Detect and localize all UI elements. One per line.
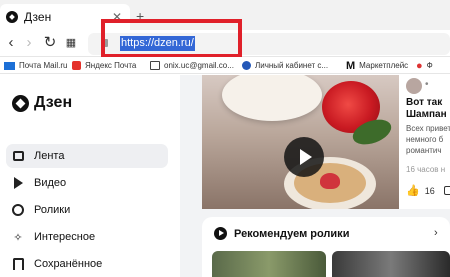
gmail-icon bbox=[150, 61, 160, 70]
post-title-line: Вот так bbox=[406, 97, 443, 108]
bookmark-mail-ru[interactable]: Почта Mail.ru bbox=[4, 58, 67, 73]
post-description-line: Всех привет bbox=[406, 124, 450, 133]
post-title[interactable]: Вот так Шампан bbox=[406, 97, 450, 121]
account-icon bbox=[242, 61, 251, 70]
tabs-grid-button[interactable]: ▦ bbox=[62, 34, 80, 52]
dzen-logo-icon bbox=[12, 94, 29, 112]
bookmark-label: Яндекс Почта bbox=[85, 61, 137, 70]
likes-count: 16 bbox=[424, 185, 435, 196]
post-title-line: Шампан bbox=[406, 109, 447, 120]
bookmark-label: Маркетплейс bbox=[359, 61, 409, 70]
sidebar-item-label: Сохранённое bbox=[34, 258, 103, 270]
chevron-right-icon[interactable]: › bbox=[434, 227, 438, 239]
bookmark-label: onix.uc@gmail.co... bbox=[164, 61, 234, 70]
clips-icon bbox=[12, 204, 24, 216]
play-circle-icon bbox=[214, 227, 227, 240]
m-logo-icon: M bbox=[346, 59, 356, 72]
channel-name[interactable]: • bbox=[425, 79, 429, 90]
thumbs-up-icon[interactable]: 👍 bbox=[406, 184, 420, 197]
sidebar-item-clips[interactable]: Ролики bbox=[6, 198, 168, 222]
video-icon bbox=[12, 177, 24, 189]
bookmark-gmail[interactable]: onix.uc@gmail.co... bbox=[150, 58, 234, 73]
avatar[interactable] bbox=[406, 78, 422, 94]
sidebar-item-saved[interactable]: Сохранённое bbox=[6, 252, 168, 276]
dzen-logo-icon bbox=[6, 11, 18, 23]
clip-thumbnail[interactable] bbox=[332, 251, 450, 277]
sidebar-item-label: Интересное bbox=[34, 231, 96, 243]
mail-icon bbox=[4, 61, 15, 70]
sidebar-item-interesting[interactable]: ✧ Интересное bbox=[6, 225, 168, 249]
bookmark-yandex-mail[interactable]: Яндекс Почта bbox=[72, 58, 136, 73]
coffee-cup-image bbox=[222, 75, 322, 121]
feed-area: • Вот так Шампан Всех привет немного б р… bbox=[180, 75, 450, 277]
sidebar-item-video[interactable]: Видео bbox=[6, 171, 168, 195]
sidebar-item-label: Ролики bbox=[34, 204, 71, 216]
yandex-mail-icon bbox=[72, 61, 81, 70]
feed-icon bbox=[12, 150, 24, 162]
pin-icon: ● bbox=[416, 59, 423, 72]
likes: 👍 16 bbox=[406, 184, 450, 197]
recommended-title: Рекомендуем ролики bbox=[234, 227, 350, 240]
back-button[interactable]: ‹ bbox=[2, 34, 20, 52]
video-thumbnail[interactable] bbox=[202, 75, 399, 209]
tab-title: Дзен bbox=[24, 10, 52, 24]
bookmark-f[interactable]: ● Ф bbox=[416, 58, 433, 73]
bookmark-label: Личный кабинет с... bbox=[255, 61, 329, 70]
brand[interactable]: Дзен bbox=[12, 94, 72, 112]
video-card[interactable]: • Вот так Шампан Всех привет немного б р… bbox=[202, 75, 450, 209]
forward-button[interactable]: › bbox=[20, 34, 38, 52]
bookmark-marketplace[interactable]: M Маркетплейс bbox=[346, 58, 408, 73]
clip-thumbnail[interactable] bbox=[212, 251, 326, 277]
brand-name: Дзен bbox=[34, 94, 73, 111]
post-date: 16 часов н bbox=[406, 165, 446, 174]
recommended-header[interactable]: Рекомендуем ролики bbox=[214, 227, 349, 240]
post-info: • Вот так Шампан Всех привет немного б р… bbox=[405, 75, 450, 209]
post-description-line: немного б bbox=[406, 135, 444, 144]
sidebar: Дзен Лента Видео Ролики ✧ Интересное Сох… bbox=[0, 75, 180, 277]
bookmark-label: Почта Mail.ru bbox=[19, 61, 68, 70]
sidebar-item-label: Видео bbox=[34, 177, 67, 189]
post-description-line: романтич bbox=[406, 146, 442, 155]
sidebar-item-feed[interactable]: Лента bbox=[6, 144, 168, 168]
bookmark-account[interactable]: Личный кабинет с... bbox=[242, 58, 328, 73]
sidebar-item-label: Лента bbox=[34, 150, 65, 162]
interesting-icon: ✧ bbox=[13, 231, 23, 244]
recommended-section: Рекомендуем ролики › bbox=[202, 217, 450, 277]
post-description: Всех привет немного б романтич bbox=[406, 123, 450, 156]
bookmarks-bar: Почта Mail.ru Яндекс Почта onix.uc@gmail… bbox=[0, 57, 450, 74]
heart-image bbox=[320, 173, 340, 189]
highlight-rectangle bbox=[101, 19, 242, 58]
comment-icon[interactable] bbox=[443, 186, 450, 195]
reload-button[interactable]: ↻ bbox=[41, 34, 59, 52]
bookmark-label: Ф bbox=[426, 61, 433, 70]
play-icon[interactable] bbox=[284, 137, 324, 177]
saved-icon bbox=[12, 258, 24, 270]
